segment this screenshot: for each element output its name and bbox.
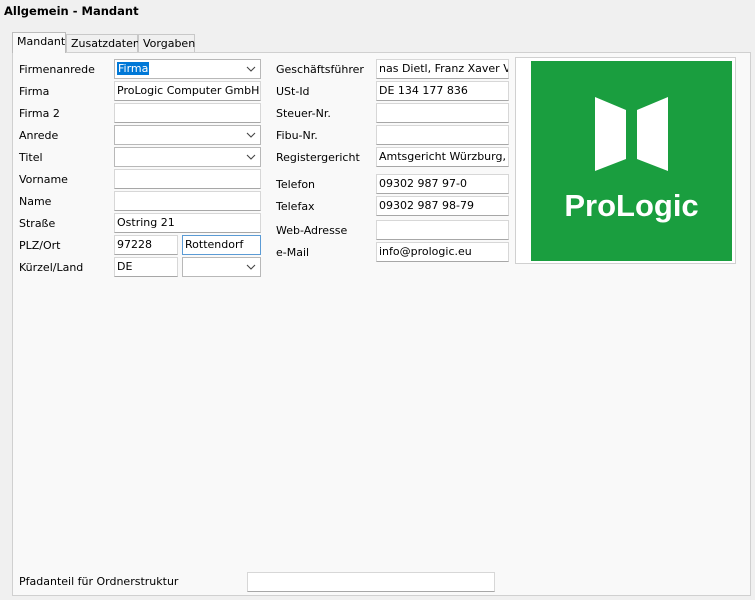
- firma-label: Firma: [19, 85, 50, 98]
- plz-ort-label: PLZ/Ort: [19, 239, 61, 252]
- kuerzel-land-label: Kürzel/Land: [19, 261, 84, 274]
- window-title: Allgemein - Mandant: [4, 4, 139, 18]
- steuer-nr-field[interactable]: [376, 103, 509, 123]
- tab-vorgaben[interactable]: Vorgaben: [138, 34, 195, 52]
- telefon-label: Telefon: [276, 178, 316, 191]
- tab-zusatzdaten-label: Zusatzdaten: [71, 37, 140, 50]
- firmenanrede-label: Firmenanrede: [19, 63, 95, 76]
- ort-field[interactable]: Rottendorf: [182, 235, 261, 255]
- vorname-label: Vorname: [19, 173, 68, 186]
- name-field[interactable]: [114, 191, 261, 211]
- fibu-nr-field[interactable]: [376, 125, 509, 145]
- firmenanrede-select[interactable]: Firma: [114, 59, 261, 79]
- tab-mandant-label: Mandant: [17, 35, 66, 48]
- firmenanrede-value: Firma: [117, 62, 150, 75]
- name-label: Name: [19, 195, 52, 208]
- firma2-label: Firma 2: [19, 107, 60, 120]
- steuer-nr-label: Steuer-Nr.: [276, 107, 331, 120]
- telefax-field[interactable]: 09302 987 98-79: [376, 196, 509, 216]
- company-logo: ProLogic: [531, 61, 732, 261]
- land-select[interactable]: [182, 257, 261, 277]
- book-icon: [595, 97, 668, 171]
- telefon-field[interactable]: 09302 987 97-0: [376, 174, 509, 194]
- strasse-label: Straße: [19, 217, 56, 230]
- anrede-select[interactable]: [114, 125, 261, 145]
- email-field[interactable]: info@prologic.eu: [376, 242, 509, 262]
- ust-id-label: USt-Id: [276, 85, 310, 98]
- plz-field[interactable]: 97228: [114, 235, 178, 255]
- tab-zusatzdaten[interactable]: Zusatzdaten: [66, 34, 140, 52]
- web-adresse-field[interactable]: [376, 220, 509, 240]
- vorname-field[interactable]: [114, 169, 261, 189]
- firma-field[interactable]: ProLogic Computer GmbH: [114, 81, 261, 101]
- registergericht-label: Registergericht: [276, 151, 360, 164]
- strasse-field[interactable]: Ostring 21: [114, 213, 261, 233]
- chevron-down-icon: [246, 66, 256, 72]
- registergericht-field[interactable]: Amtsgericht Würzburg, HR: [376, 147, 509, 167]
- titel-select[interactable]: [114, 147, 261, 167]
- web-adresse-label: Web-Adresse: [276, 224, 348, 237]
- ust-id-field[interactable]: DE 134 177 836: [376, 81, 509, 101]
- geschaeftsfuehrer-label: Geschäftsführer: [276, 63, 364, 76]
- kuerzel-field[interactable]: DE: [114, 257, 178, 277]
- fibu-nr-label: Fibu-Nr.: [276, 129, 318, 142]
- logo-text: ProLogic: [564, 188, 699, 223]
- tab-vorgaben-label: Vorgaben: [143, 37, 196, 50]
- anrede-label: Anrede: [19, 129, 59, 142]
- geschaeftsfuehrer-field[interactable]: nas Dietl, Franz Xaver Völkl: [376, 59, 509, 79]
- tab-mandant[interactable]: Mandant: [12, 32, 66, 53]
- firma2-field[interactable]: [114, 103, 261, 123]
- email-label: e-Mail: [276, 246, 310, 259]
- telefax-label: Telefax: [276, 200, 315, 213]
- pfadanteil-label: Pfadanteil für Ordnerstruktur: [19, 575, 179, 588]
- chevron-down-icon: [246, 132, 256, 138]
- pfadanteil-field[interactable]: [247, 572, 495, 592]
- logo-frame[interactable]: ProLogic: [515, 57, 736, 264]
- titel-label: Titel: [19, 151, 43, 164]
- chevron-down-icon: [246, 154, 256, 160]
- chevron-down-icon: [246, 264, 256, 270]
